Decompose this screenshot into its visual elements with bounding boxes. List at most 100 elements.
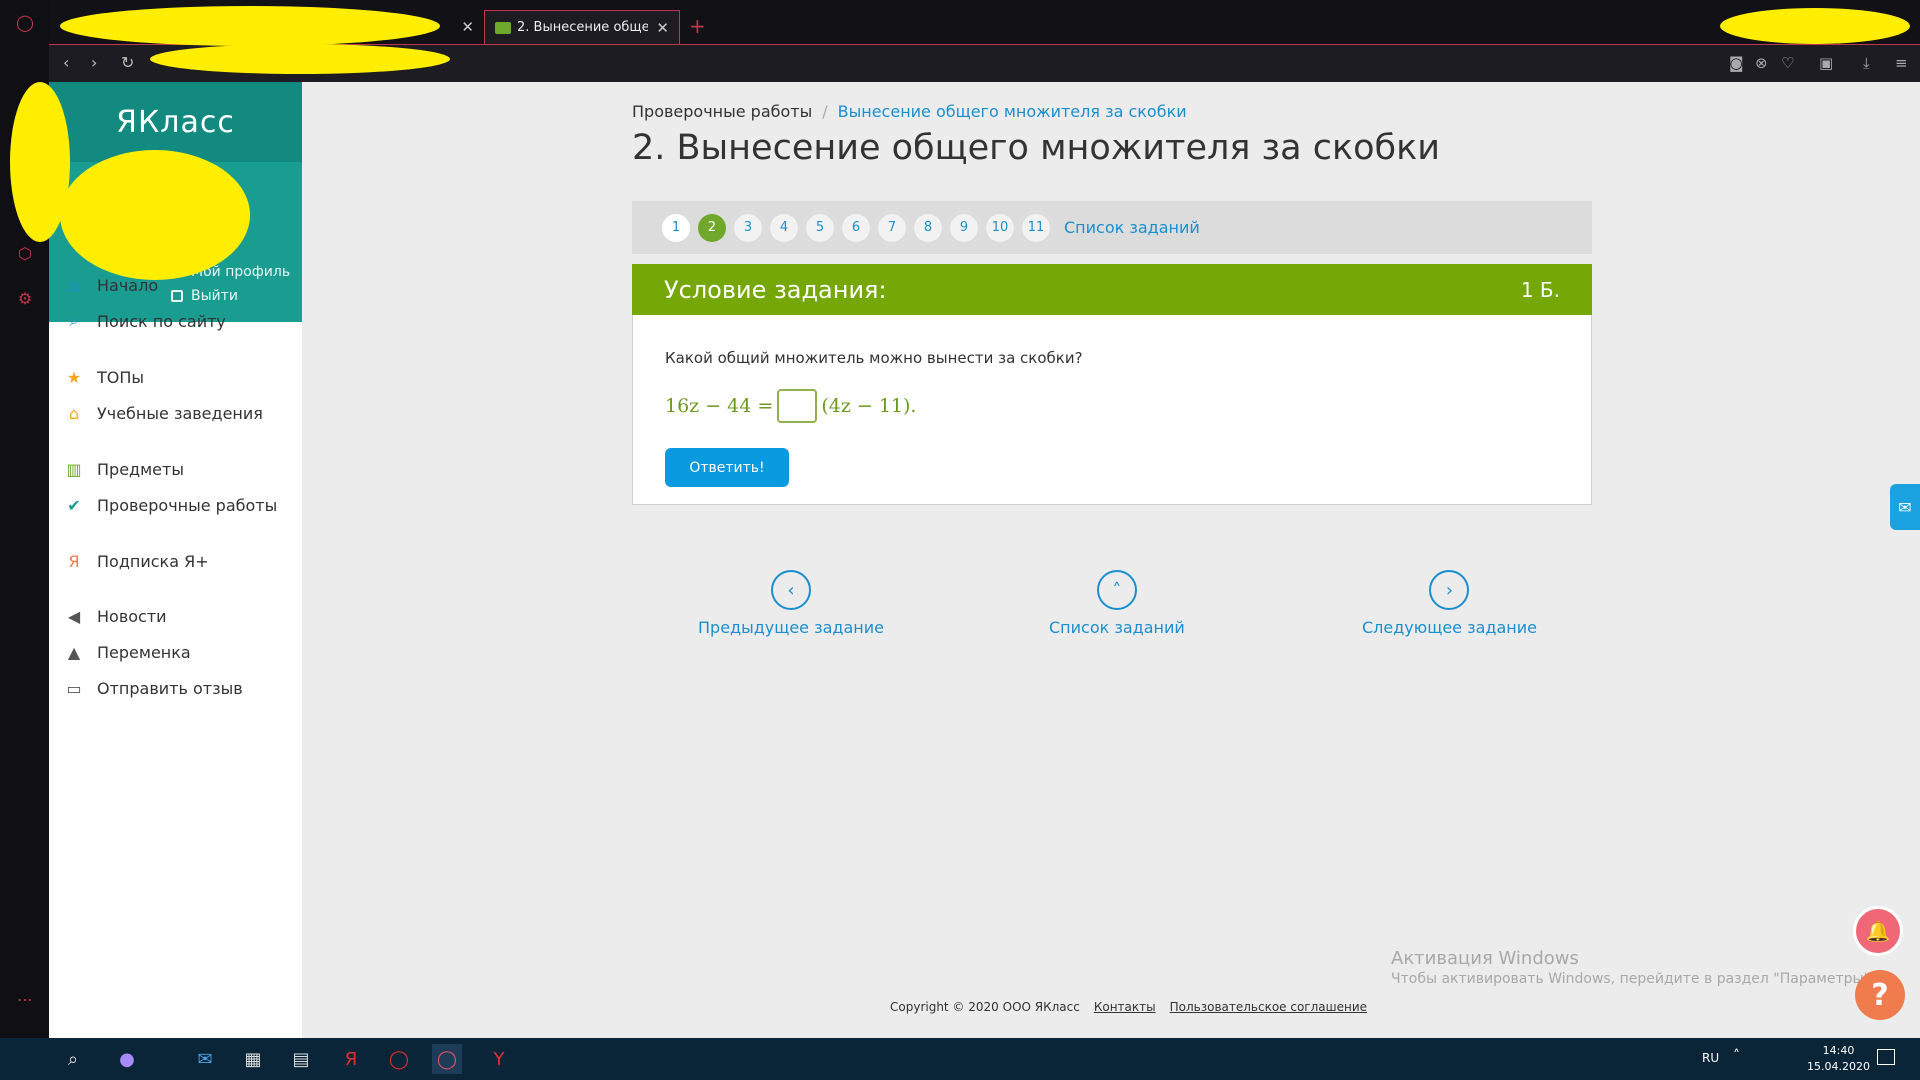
settings-icon[interactable]: ⚙	[14, 287, 36, 309]
redaction-scribble	[1720, 8, 1910, 44]
task-number[interactable]: 9	[950, 213, 978, 242]
clock-date: 15.04.2020	[1807, 1060, 1870, 1073]
sidebar-item[interactable]: ⌕ Поиск по сайту	[63, 310, 226, 332]
task-number[interactable]: 4	[770, 213, 798, 242]
task-number[interactable]: 2	[698, 213, 726, 242]
sidebar-item-label: Поиск по сайту	[97, 311, 226, 331]
close-tab-icon[interactable]: ✕	[461, 18, 474, 36]
notification-bell-icon[interactable]: 🔔	[1853, 906, 1903, 956]
condition-body: Какой общий множитель можно вынести за с…	[632, 315, 1592, 505]
yandex-browser-icon[interactable]: Y	[484, 1044, 514, 1074]
subscription-icon: Я	[68, 551, 80, 571]
answer-input[interactable]	[777, 389, 818, 423]
task-number[interactable]: 5	[806, 213, 834, 242]
search-icon[interactable]: ⌕	[58, 1044, 88, 1074]
help-icon[interactable]: ?	[1855, 970, 1905, 1020]
sidebar-item[interactable]: ⌂ Учебные заведения	[63, 402, 263, 424]
sidebar-item-label: Переменка	[97, 642, 191, 662]
download-icon[interactable]: ⤓	[1863, 54, 1870, 72]
sidebar-item-label: Новости	[97, 606, 167, 626]
browser-tab-active[interactable]: 2. Вынесение общего мно ✕	[484, 10, 680, 44]
redaction-scribble	[60, 6, 440, 46]
sidebar-item[interactable]: ▭ Отправить отзыв	[63, 677, 242, 699]
sidebar-item[interactable]: ▥ Предметы	[63, 458, 184, 480]
box-icon[interactable]: ⬡	[14, 242, 36, 264]
task-number[interactable]: 7	[878, 213, 906, 242]
submit-answer-button[interactable]: Ответить!	[665, 448, 789, 487]
sidebar-item-label: Подписка Я+	[97, 551, 209, 571]
calculator-icon[interactable]: ▤	[286, 1044, 316, 1074]
camera-icon[interactable]: ◙	[1729, 54, 1744, 72]
books-icon: ▥	[66, 459, 82, 479]
search-icon: ⌕	[69, 311, 79, 330]
task-number[interactable]: 3	[734, 213, 762, 242]
back-icon[interactable]: ‹	[63, 53, 69, 72]
action-center-icon[interactable]	[1877, 1049, 1895, 1065]
sidebar-item-label: Проверочные работы	[97, 495, 278, 515]
task-number[interactable]: 1	[662, 213, 690, 242]
task-number[interactable]: 8	[914, 213, 942, 242]
formula-right: (4z − 11).	[821, 395, 917, 417]
store-icon[interactable]: ▦	[238, 1044, 268, 1074]
sidebar-item[interactable]: ✔ Проверочные работы	[63, 494, 277, 516]
next-task-label: Следующее задание	[1362, 618, 1537, 637]
next-task-link[interactable]: › Следующее задание	[1362, 570, 1537, 637]
opera-logo-icon[interactable]: ◯	[14, 11, 36, 33]
yandex-icon[interactable]: Я	[336, 1044, 366, 1074]
megaphone-icon: ◀	[67, 606, 81, 626]
extension-icon[interactable]: ▣	[1819, 54, 1833, 72]
new-tab-button[interactable]: +	[689, 14, 706, 38]
star-icon: ★	[66, 367, 82, 387]
system-clock[interactable]: 14:40 15.04.2020	[1807, 1043, 1870, 1075]
more-icon[interactable]: ⋯	[14, 988, 36, 1010]
menu-icon[interactable]: ≡	[1895, 54, 1908, 72]
breadcrumb-root[interactable]: Проверочные работы	[632, 102, 812, 121]
mail-icon[interactable]: ✉	[1890, 484, 1920, 530]
task-number[interactable]: 6	[842, 213, 870, 242]
breadcrumb-current[interactable]: Вынесение общего множителя за скобки	[838, 102, 1187, 121]
heart-icon[interactable]: ♡	[1781, 54, 1794, 72]
task-list-bottom-link[interactable]: ˄ Список заданий	[1049, 570, 1185, 637]
sidebar-item[interactable]: ★ ТОПы	[63, 366, 144, 388]
site-logo[interactable]: ЯКласс	[49, 82, 302, 162]
breadcrumb-separator: /	[822, 102, 828, 121]
sidebar-item-label: Учебные заведения	[97, 403, 263, 423]
logout-link-label: Выйти	[191, 288, 239, 304]
close-tab-icon[interactable]: ✕	[656, 19, 669, 37]
activation-title: Активация Windows	[1391, 948, 1579, 969]
opera-gx-icon[interactable]: ◯	[432, 1044, 462, 1074]
activation-subtitle: Чтобы активировать Windows, перейдите в …	[1391, 971, 1875, 987]
sidebar-item[interactable]: ◀ Новости	[63, 605, 167, 627]
adblock-icon[interactable]: ⊗	[1755, 54, 1768, 72]
task-number[interactable]: 11	[1022, 213, 1050, 242]
keyboard-language[interactable]: RU	[1702, 1051, 1719, 1065]
logout-link[interactable]: Выйти	[171, 288, 238, 304]
sidebar-item[interactable]: ▲ Переменка	[63, 641, 191, 663]
forward-icon[interactable]: ›	[91, 53, 97, 72]
condition-points: 1 Б.	[1520, 277, 1560, 302]
assistant-icon[interactable]: ●	[112, 1044, 142, 1074]
sidebar-item-label: ТОПы	[97, 367, 145, 387]
contacts-link[interactable]: Контакты	[1094, 1000, 1156, 1014]
sidebar-item[interactable]: Я Подписка Я+	[63, 550, 209, 572]
reload-icon[interactable]: ↻	[121, 53, 134, 72]
tray-expand-icon[interactable]: ˄	[1733, 1048, 1740, 1064]
task-navigation: 1 2 3 4 5 6 7 8 9 10 11 Список заданий	[632, 201, 1592, 254]
mail-app-icon[interactable]: ✉	[190, 1044, 220, 1074]
question-text: Какой общий множитель можно вынести за с…	[665, 349, 1083, 367]
prev-task-link[interactable]: ‹ Предыдущее задание	[698, 570, 884, 637]
condition-title: Условие задания:	[664, 275, 887, 304]
clock-time: 14:40	[1822, 1044, 1855, 1057]
check-circle-icon: ✔	[67, 495, 81, 515]
tab-title: 2. Вынесение общего мно	[517, 20, 649, 35]
task-number[interactable]: 10	[986, 213, 1014, 242]
formula: 16z − 44 = (4z − 11).	[665, 389, 916, 423]
redaction-scribble	[60, 150, 250, 280]
opera-app-icon[interactable]: ◯	[384, 1044, 414, 1074]
institution-icon: ⌂	[68, 403, 80, 423]
chevron-left-icon: ‹	[770, 570, 811, 610]
breadcrumb: Проверочные работы / Вынесение общего мн…	[632, 102, 1187, 121]
task-list-link[interactable]: Список заданий	[1064, 218, 1200, 237]
logout-icon	[171, 290, 183, 302]
agreement-link[interactable]: Пользовательское соглашение	[1170, 1000, 1367, 1014]
